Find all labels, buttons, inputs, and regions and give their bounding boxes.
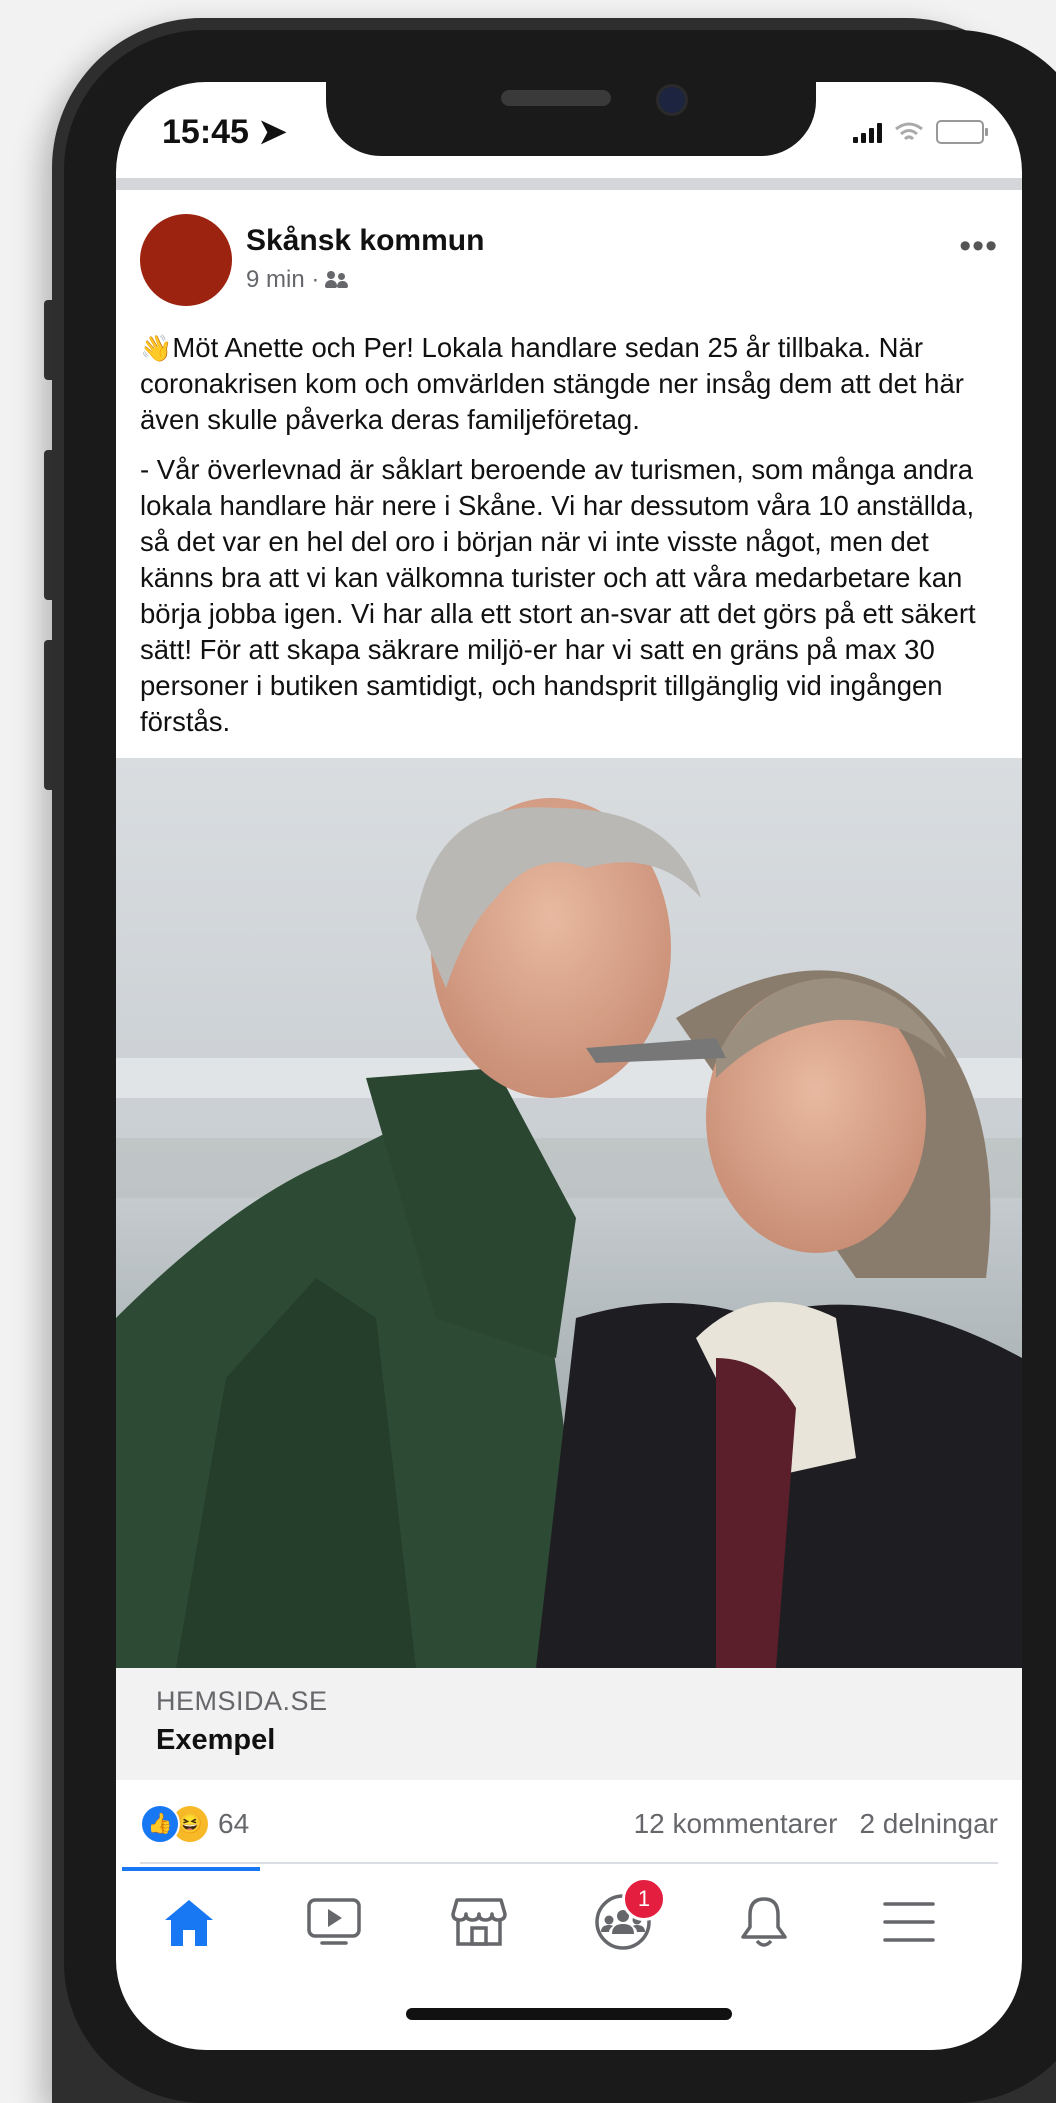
comments-count[interactable]: 12 kommentarer bbox=[634, 1808, 838, 1840]
home-indicator[interactable] bbox=[406, 2008, 732, 2020]
status-time: 15:45 ➤ bbox=[162, 113, 287, 151]
menu-icon bbox=[883, 1902, 935, 1942]
engagement-stats: 12 kommentarer 2 delningar bbox=[634, 1808, 998, 1840]
post-paragraph-1-text: Möt Anette och Per! Lokala handlare seda… bbox=[140, 332, 964, 435]
post-paragraph-1: 👋Möt Anette och Per! Lokala handlare sed… bbox=[140, 330, 1006, 438]
status-icons bbox=[853, 120, 988, 144]
friends-icon bbox=[325, 269, 351, 291]
link-title: Exempel bbox=[156, 1724, 276, 1756]
video-icon bbox=[307, 1898, 361, 1945]
header-separator bbox=[116, 178, 1022, 190]
reactions-row: 👍 😆 64 12 kommentarer 2 delningar bbox=[140, 1800, 998, 1850]
battery-icon bbox=[936, 120, 988, 144]
post-author[interactable]: Skånsk kommun bbox=[246, 224, 484, 258]
home-icon bbox=[165, 1900, 213, 1946]
notch bbox=[326, 82, 816, 156]
link-domain: HEMSIDA.SE bbox=[156, 1686, 328, 1716]
notification-badge: 1 bbox=[622, 1877, 666, 1921]
bottom-tab-bar: 1 bbox=[116, 1867, 1022, 1987]
tab-groups[interactable]: 1 bbox=[588, 1877, 666, 1957]
phone-screen: 15:45 ➤ Skånsk kommun 9 min · ••• 👋Möt A… bbox=[116, 82, 1022, 2050]
speaker bbox=[501, 90, 611, 106]
wifi-icon bbox=[895, 122, 923, 141]
post-paragraph-2: - Vår överlevnad är såklart beroende av … bbox=[140, 454, 976, 737]
couple-photo bbox=[116, 758, 1022, 1668]
tab-home[interactable] bbox=[154, 1887, 224, 1957]
active-tab-indicator bbox=[122, 1867, 260, 1871]
tab-marketplace[interactable] bbox=[444, 1887, 514, 1957]
post-photo[interactable] bbox=[116, 758, 1022, 1668]
store-icon bbox=[451, 1898, 507, 1946]
bell-icon bbox=[741, 1897, 787, 1947]
signal-icon bbox=[853, 121, 882, 143]
front-camera bbox=[656, 84, 688, 116]
more-options-icon[interactable]: ••• bbox=[959, 229, 998, 263]
post-text: 👋Möt Anette och Per! Lokala handlare sed… bbox=[140, 330, 1006, 754]
tab-notifications[interactable] bbox=[729, 1887, 799, 1957]
tab-menu[interactable] bbox=[874, 1887, 944, 1957]
like-reaction-icon: 👍 bbox=[140, 1804, 180, 1844]
shares-count[interactable]: 2 delningar bbox=[859, 1808, 998, 1840]
post-header: Skånsk kommun 9 min · ••• bbox=[140, 214, 998, 314]
waving-hand-icon: 👋 bbox=[140, 333, 173, 363]
divider bbox=[140, 1862, 998, 1864]
post-meta: 9 min · bbox=[246, 266, 351, 294]
tab-watch[interactable] bbox=[299, 1887, 369, 1957]
avatar[interactable] bbox=[140, 214, 232, 306]
reaction-count[interactable]: 64 bbox=[218, 1808, 249, 1840]
post-time: 9 min · bbox=[246, 266, 320, 293]
link-preview[interactable]: HEMSIDA.SE Exempel bbox=[116, 1668, 1022, 1780]
